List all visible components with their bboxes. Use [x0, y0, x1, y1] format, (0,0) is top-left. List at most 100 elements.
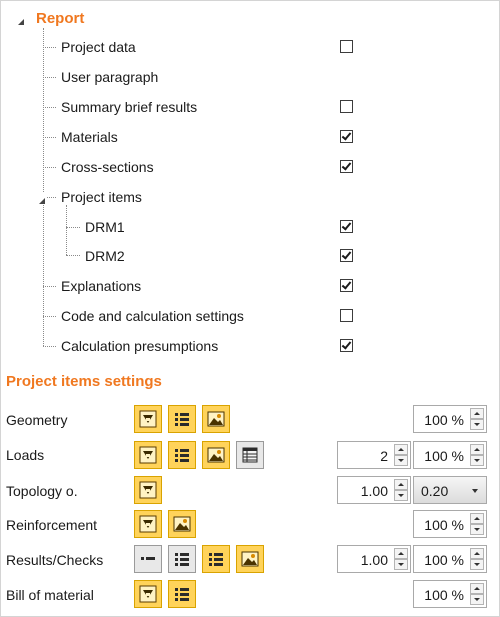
table-icon [242, 447, 258, 463]
project-data-checkbox[interactable] [340, 40, 353, 53]
tree-connector [66, 255, 80, 256]
brief-list-toggle[interactable] [134, 545, 162, 573]
spin-up-icon[interactable] [394, 548, 408, 559]
tree-connector [43, 346, 56, 347]
spin-up-icon[interactable] [470, 583, 484, 594]
list-icon [209, 553, 223, 566]
structure-view-toggle[interactable] [134, 441, 162, 469]
drm2-checkbox[interactable] [340, 249, 353, 262]
spin-down-icon[interactable] [470, 524, 484, 535]
tree-connector [43, 167, 56, 168]
list-view-toggle[interactable] [168, 405, 196, 433]
summary-brief-results-checkbox[interactable] [340, 100, 353, 113]
tree-item-calculation-presumptions[interactable]: Calculation presumptions [61, 338, 218, 354]
tree-item-code-and-calculation-settings[interactable]: Code and calculation settings [61, 308, 244, 324]
brief-list-icon [141, 557, 155, 560]
structure-view-icon [139, 585, 157, 603]
spin-down-icon[interactable] [394, 455, 408, 466]
list-view-toggle[interactable] [202, 545, 230, 573]
tree-guide [43, 28, 44, 346]
tree-item-materials[interactable]: Materials [61, 129, 118, 145]
calculation-presumptions-checkbox[interactable] [340, 339, 353, 352]
cross-sections-checkbox[interactable] [340, 160, 353, 173]
row-label-bill-of-material: Bill of material [6, 587, 94, 603]
tree-connector [43, 77, 56, 78]
spin-up-icon[interactable] [470, 444, 484, 455]
tree-item-project-data[interactable]: Project data [61, 39, 136, 55]
spin-down-icon[interactable] [470, 419, 484, 430]
spin-up-icon[interactable] [394, 479, 408, 490]
picture-icon [207, 411, 225, 427]
picture-view-toggle[interactable] [236, 545, 264, 573]
bill-of-material-percent-value: 100 % [424, 587, 464, 603]
results-percent-value: 100 % [424, 552, 464, 568]
spin-down-icon[interactable] [394, 559, 408, 570]
reinforcement-percent-value: 100 % [424, 517, 464, 533]
geometry-percent-stepper[interactable]: 100 % [413, 405, 487, 433]
picture-icon [241, 551, 259, 567]
structure-view-toggle[interactable] [134, 476, 162, 504]
tree-root-report[interactable]: Report [36, 10, 84, 27]
row-label-loads: Loads [6, 447, 45, 463]
topology-dropdown-value: 0.20 [421, 483, 449, 499]
reinforcement-percent-stepper[interactable]: 100 % [413, 510, 487, 538]
explanations-checkbox[interactable] [340, 279, 353, 292]
picture-icon [173, 516, 191, 532]
topology-value-stepper[interactable]: 1.00 [337, 476, 411, 504]
spin-up-icon[interactable] [470, 513, 484, 524]
tree-item-user-paragraph[interactable]: User paragraph [61, 69, 158, 85]
bill-of-material-percent-stepper[interactable]: 100 % [413, 580, 487, 608]
results-value-stepper[interactable]: 1.00 [337, 545, 411, 573]
spin-down-icon[interactable] [394, 490, 408, 501]
materials-checkbox[interactable] [340, 130, 353, 143]
loads-percent-stepper[interactable]: 100 % [413, 441, 487, 469]
topology-value: 1.00 [360, 483, 388, 499]
list-view-toggle[interactable] [168, 441, 196, 469]
results-value: 1.00 [360, 552, 388, 568]
tree-connector [43, 137, 56, 138]
structure-view-toggle[interactable] [134, 405, 162, 433]
picture-view-toggle[interactable] [202, 405, 230, 433]
topology-dropdown[interactable]: 0.20 [413, 476, 487, 504]
tree-item-cross-sections[interactable]: Cross-sections [61, 159, 154, 175]
tree-connector [66, 227, 80, 228]
chevron-down-icon [472, 489, 478, 493]
tree-item-summary-brief-results[interactable]: Summary brief results [61, 99, 197, 115]
picture-view-toggle[interactable] [202, 441, 230, 469]
loads-count-value: 2 [380, 448, 388, 464]
spin-down-icon[interactable] [470, 455, 484, 466]
spin-up-icon[interactable] [470, 548, 484, 559]
list-icon [175, 449, 189, 462]
table-view-toggle[interactable] [236, 441, 264, 469]
tree-connector [43, 47, 56, 48]
collapse-arrow-icon[interactable] [38, 192, 46, 204]
row-label-reinforcement: Reinforcement [6, 517, 98, 533]
geometry-percent-value: 100 % [424, 412, 464, 428]
tree-connector [43, 316, 56, 317]
list-view-toggle[interactable] [168, 545, 196, 573]
tree-item-project-items[interactable]: Project items [61, 189, 142, 205]
structure-view-toggle[interactable] [134, 580, 162, 608]
spin-down-icon[interactable] [470, 594, 484, 605]
row-label-topology: Topology o. [6, 483, 78, 499]
spin-down-icon[interactable] [470, 559, 484, 570]
tree-item-explanations[interactable]: Explanations [61, 278, 141, 294]
tree-guide [66, 205, 67, 255]
tree-item-drm1[interactable]: DRM1 [85, 219, 125, 235]
code-and-calculation-settings-checkbox[interactable] [340, 309, 353, 322]
structure-view-icon [139, 410, 157, 428]
drm1-checkbox[interactable] [340, 220, 353, 233]
structure-view-toggle[interactable] [134, 510, 162, 538]
row-label-results-checks: Results/Checks [6, 552, 104, 568]
spin-up-icon[interactable] [394, 444, 408, 455]
collapse-arrow-icon[interactable] [17, 13, 25, 25]
list-view-toggle[interactable] [168, 580, 196, 608]
list-icon [175, 413, 189, 426]
tree-item-drm2[interactable]: DRM2 [85, 248, 125, 264]
tree-connector [43, 107, 56, 108]
picture-view-toggle[interactable] [168, 510, 196, 538]
spin-up-icon[interactable] [470, 408, 484, 419]
loads-count-stepper[interactable]: 2 [337, 441, 411, 469]
list-icon [175, 553, 189, 566]
results-percent-stepper[interactable]: 100 % [413, 545, 487, 573]
